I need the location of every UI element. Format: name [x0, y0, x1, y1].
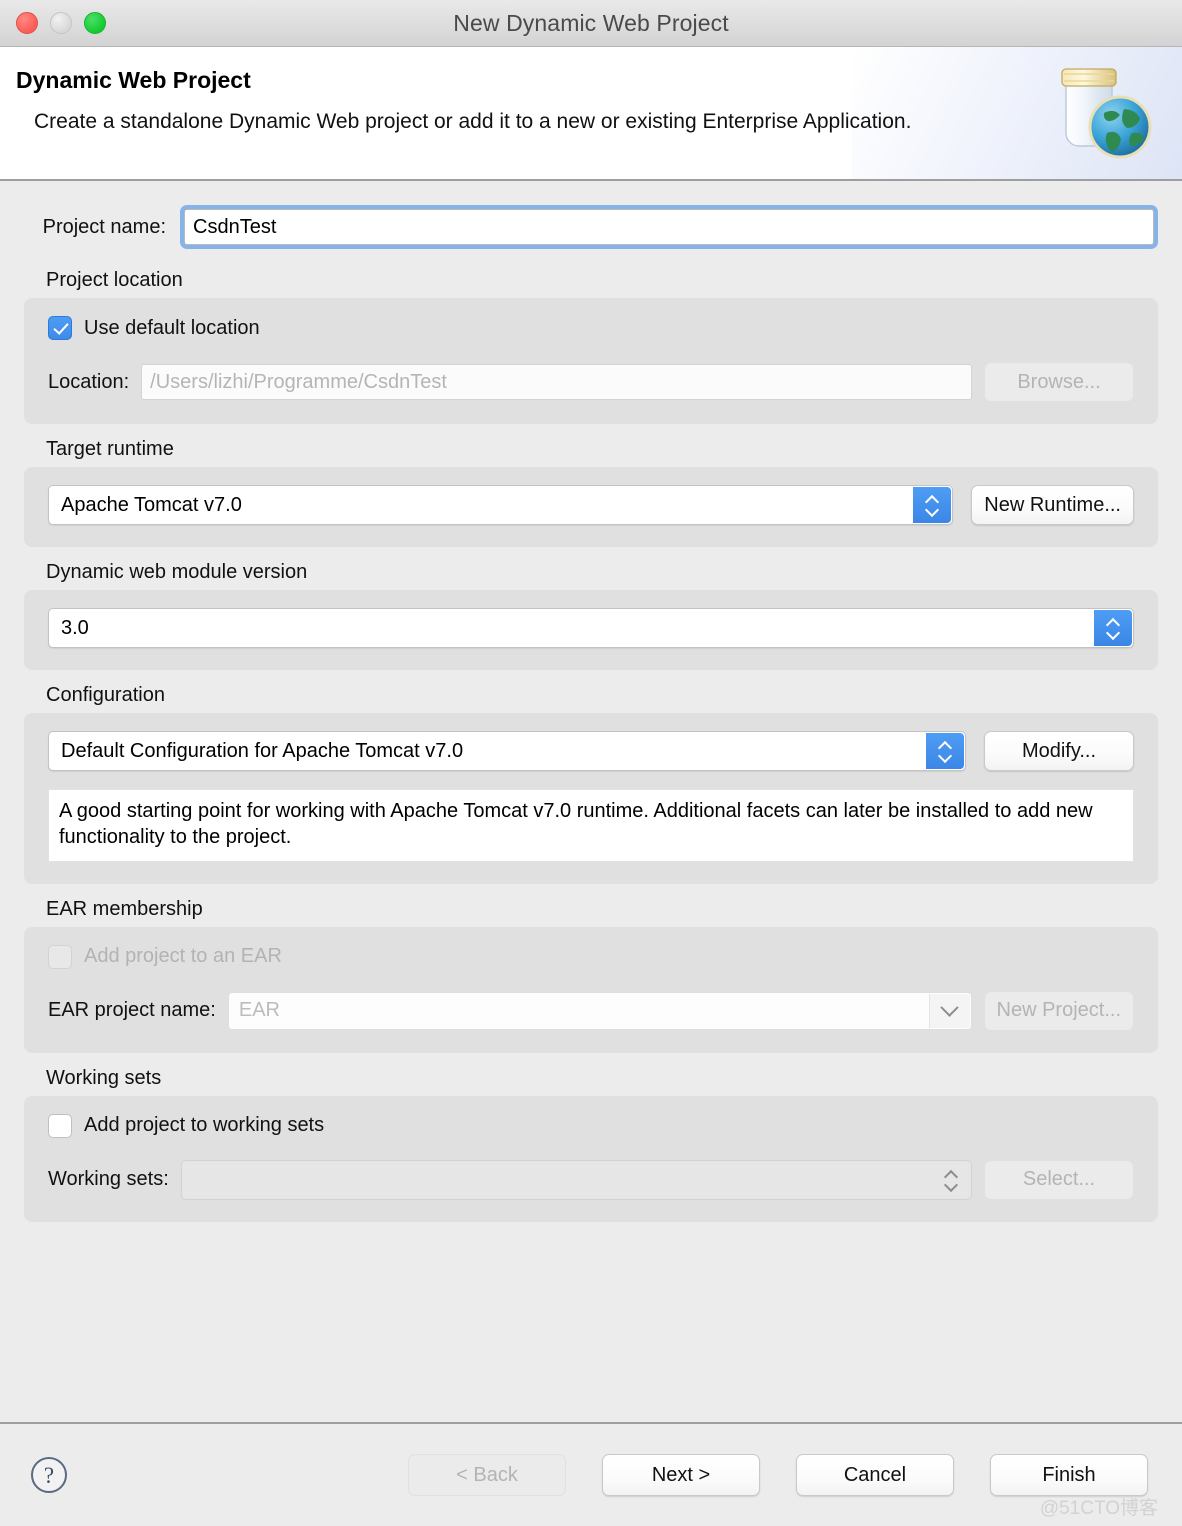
help-icon[interactable]: ?	[30, 1456, 68, 1494]
window-titlebar: New Dynamic Web Project	[0, 0, 1182, 47]
page-subtitle: Create a standalone Dynamic Web project …	[34, 110, 912, 133]
chevron-down-icon	[939, 752, 952, 760]
add-project-to-working-sets-row[interactable]: Add project to working sets	[48, 1113, 1134, 1138]
new-dynamic-web-project-dialog: New Dynamic Web Project Dynamic Web Proj…	[0, 0, 1182, 1526]
next-button[interactable]: Next >	[602, 1454, 760, 1496]
working-sets-combo[interactable]	[180, 1159, 972, 1200]
target-runtime-value: Apache Tomcat v7.0	[61, 493, 242, 516]
project-location-group-label: Project location	[46, 269, 183, 291]
new-project-button[interactable]: New Project...	[983, 990, 1134, 1031]
add-project-to-working-sets-checkbox[interactable]	[48, 1113, 72, 1138]
window-title: New Dynamic Web Project	[453, 9, 729, 36]
module-version-value: 3.0	[61, 616, 89, 639]
wizard-banner: Dynamic Web Project Create a standalone …	[0, 47, 1182, 181]
svg-text:?: ?	[44, 1463, 54, 1488]
location-label: Location:	[48, 370, 130, 393]
location-row: Location: /Users/lizhi/Programme/CsdnTes…	[48, 362, 1134, 402]
ear-project-name-label: EAR project name:	[48, 999, 216, 1022]
use-default-location-label: Use default location	[84, 316, 260, 339]
cancel-button[interactable]: Cancel	[796, 1454, 954, 1496]
project-name-label: Project name:	[42, 215, 166, 238]
configuration-group-label: Configuration	[46, 684, 165, 706]
module-version-combo[interactable]: 3.0	[48, 608, 1134, 648]
add-project-to-ear-label: Add project to an EAR	[84, 945, 282, 968]
location-input[interactable]: /Users/lizhi/Programme/CsdnTest	[141, 364, 972, 400]
add-project-to-ear-row[interactable]: Add project to an EAR	[48, 944, 1134, 969]
stepper-icon[interactable]	[1094, 610, 1132, 646]
module-version-group: 3.0	[24, 590, 1158, 670]
add-project-to-working-sets-label: Add project to working sets	[84, 1114, 325, 1137]
wizard-body: Project name: Project location Use defau…	[0, 181, 1182, 1422]
target-runtime-group-label: Target runtime	[46, 438, 174, 460]
use-default-location-row[interactable]: Use default location	[48, 316, 1134, 340]
working-sets-group-label: Working sets	[46, 1066, 162, 1089]
target-runtime-row: Apache Tomcat v7.0 New Runtime...	[48, 485, 1134, 525]
use-default-location-checkbox[interactable]	[48, 316, 72, 340]
module-version-group-label: Dynamic web module version	[46, 561, 308, 583]
finish-button[interactable]: Finish	[990, 1454, 1148, 1496]
working-sets-row: Working sets: Select...	[48, 1159, 1134, 1200]
zoom-button[interactable]	[84, 12, 106, 34]
configuration-description: A good starting point for working with A…	[48, 789, 1134, 862]
modify-button[interactable]: Modify...	[984, 731, 1134, 771]
minimize-button[interactable]	[50, 12, 72, 34]
project-name-input[interactable]	[184, 209, 1154, 245]
target-runtime-group: Apache Tomcat v7.0 New Runtime...	[24, 467, 1158, 547]
browse-button[interactable]: Browse...	[984, 362, 1134, 402]
chevron-down-icon	[926, 506, 939, 514]
configuration-row: Default Configuration for Apache Tomcat …	[48, 731, 1134, 771]
configuration-group: Default Configuration for Apache Tomcat …	[24, 713, 1158, 884]
wizard-footer: ? < Back Next > Cancel Finish @51CTO博客	[0, 1422, 1182, 1526]
ear-project-name-dropdown[interactable]: EAR	[227, 991, 972, 1030]
target-runtime-combo[interactable]: Apache Tomcat v7.0	[48, 485, 954, 525]
working-sets-group: Add project to working sets Working sets…	[24, 1095, 1158, 1222]
ear-project-name-row: EAR project name: EAR New Project...	[48, 990, 1134, 1031]
stepper-icon[interactable]	[926, 733, 964, 769]
jar-globe-icon	[1044, 55, 1162, 173]
back-button[interactable]: < Back	[408, 1454, 566, 1496]
chevron-down-icon	[945, 1181, 958, 1189]
watermark: @51CTO博客	[1039, 1498, 1158, 1519]
project-name-focus-ring	[180, 205, 1158, 249]
select-button[interactable]: Select...	[984, 1159, 1134, 1200]
ear-project-name-value: EAR	[238, 999, 280, 1022]
project-location-group: Use default location Location: /Users/li…	[24, 298, 1158, 424]
close-button[interactable]	[16, 12, 38, 34]
configuration-combo[interactable]: Default Configuration for Apache Tomcat …	[48, 731, 966, 771]
stepper-icon[interactable]	[932, 1162, 970, 1198]
add-project-to-ear-checkbox[interactable]	[48, 944, 72, 969]
chevron-down-icon[interactable]	[928, 993, 970, 1028]
new-runtime-button[interactable]: New Runtime...	[971, 485, 1134, 525]
ear-membership-group-label: EAR membership	[46, 897, 203, 920]
module-version-row: 3.0	[48, 608, 1134, 648]
stepper-icon[interactable]	[913, 487, 952, 523]
project-name-row: Project name:	[24, 181, 1158, 255]
ear-membership-group: Add project to an EAR EAR project name: …	[24, 926, 1158, 1053]
page-title: Dynamic Web Project	[16, 67, 251, 93]
chevron-down-icon	[1107, 629, 1120, 637]
working-sets-label: Working sets:	[48, 1168, 169, 1191]
footer-buttons: < Back Next > Cancel Finish	[408, 1454, 1148, 1496]
window-controls	[16, 12, 106, 34]
configuration-value: Default Configuration for Apache Tomcat …	[61, 739, 464, 762]
